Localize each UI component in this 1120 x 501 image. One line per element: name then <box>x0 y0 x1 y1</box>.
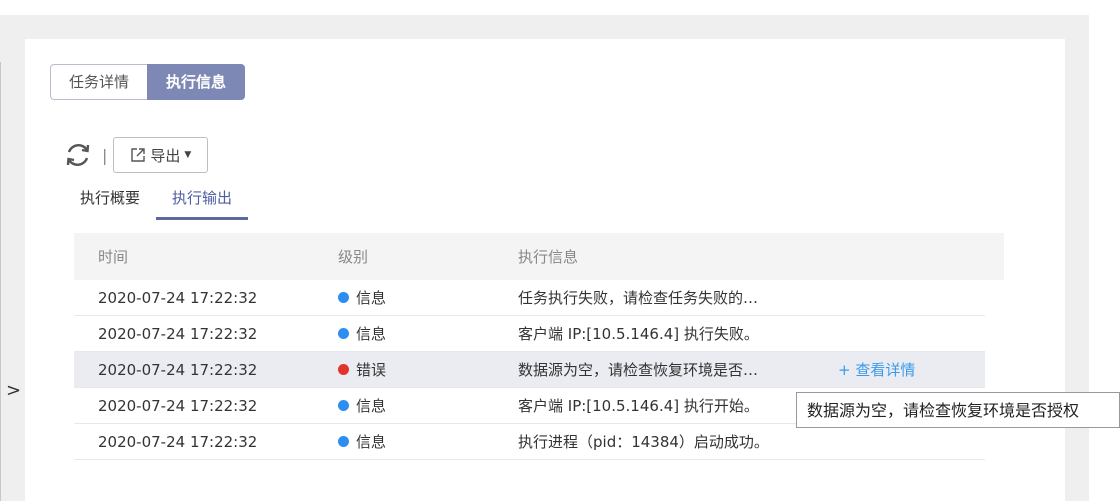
table-header: 时间 级别 执行信息 <box>74 233 1004 280</box>
tab-execution-info[interactable]: 执行信息 <box>147 64 246 100</box>
level-label: 信息 <box>356 289 387 307</box>
status-dot-icon <box>338 436 349 447</box>
level-label: 信息 <box>356 433 387 451</box>
expand-sidebar-icon[interactable]: > <box>6 380 21 401</box>
status-dot-icon <box>338 364 349 375</box>
subtab-execution-output[interactable]: 执行输出 <box>156 180 249 220</box>
view-details-link[interactable]: + 查看详情 <box>828 359 915 380</box>
cell-message: 客户端 IP:[10.5.146.4] 执行开始。 <box>518 397 759 415</box>
cell-message: 执行进程（pid：14384）启动成功。 <box>518 433 769 451</box>
table-row: 2020-07-24 17:22:32 错误 数据源为空，请检查恢复环境是否… … <box>74 352 985 388</box>
sub-tab-group: 执行概要 执行输出 <box>64 180 249 220</box>
cell-level: 信息 <box>338 323 518 344</box>
chevron-down-icon: ▼ <box>184 150 192 160</box>
subtab-execution-summary[interactable]: 执行概要 <box>64 180 156 220</box>
level-label: 信息 <box>356 325 387 343</box>
level-label: 错误 <box>356 361 387 379</box>
export-button[interactable]: 导出 ▼ <box>113 137 209 173</box>
cell-message: 任务执行失败，请检查任务失败的… <box>518 289 759 307</box>
header-level: 级别 <box>338 248 369 266</box>
cell-time: 2020-07-24 17:22:32 <box>98 288 258 307</box>
left-divider <box>0 62 1 501</box>
toolbar-separator: | <box>102 145 108 165</box>
cell-level: 错误 <box>338 359 518 380</box>
cell-level: 信息 <box>338 287 518 308</box>
top-tab-group: 任务详情 执行信息 <box>50 64 246 100</box>
cell-message: 客户端 IP:[10.5.146.4] 执行失败。 <box>518 325 759 343</box>
cell-time: 2020-07-24 17:22:32 <box>98 360 258 379</box>
tab-task-details[interactable]: 任务详情 <box>50 64 148 100</box>
header-time: 时间 <box>98 248 129 266</box>
status-dot-icon <box>338 328 349 339</box>
cell-level: 信息 <box>338 395 518 416</box>
export-label: 导出 <box>150 146 181 165</box>
cell-time: 2020-07-24 17:22:32 <box>98 396 258 415</box>
message-tooltip: 数据源为空，请检查恢复环境是否授权 <box>796 392 1120 428</box>
level-label: 信息 <box>356 397 387 415</box>
table-row: 2020-07-24 17:22:32 信息 任务执行失败，请检查任务失败的… <box>74 280 985 316</box>
cell-level: 信息 <box>338 431 518 452</box>
cell-message: 数据源为空，请检查恢复环境是否… <box>518 361 759 379</box>
cell-time: 2020-07-24 17:22:32 <box>98 324 258 343</box>
status-dot-icon <box>338 292 349 303</box>
status-dot-icon <box>338 400 349 411</box>
refresh-icon[interactable] <box>64 141 92 169</box>
export-icon <box>131 148 146 162</box>
header-message: 执行信息 <box>518 248 579 266</box>
table-row: 2020-07-24 17:22:32 信息 执行进程（pid：14384）启动… <box>74 424 985 460</box>
cell-time: 2020-07-24 17:22:32 <box>98 432 258 451</box>
table-row: 2020-07-24 17:22:32 信息 客户端 IP:[10.5.146.… <box>74 316 985 352</box>
toolbar: | 导出 ▼ <box>64 137 209 173</box>
